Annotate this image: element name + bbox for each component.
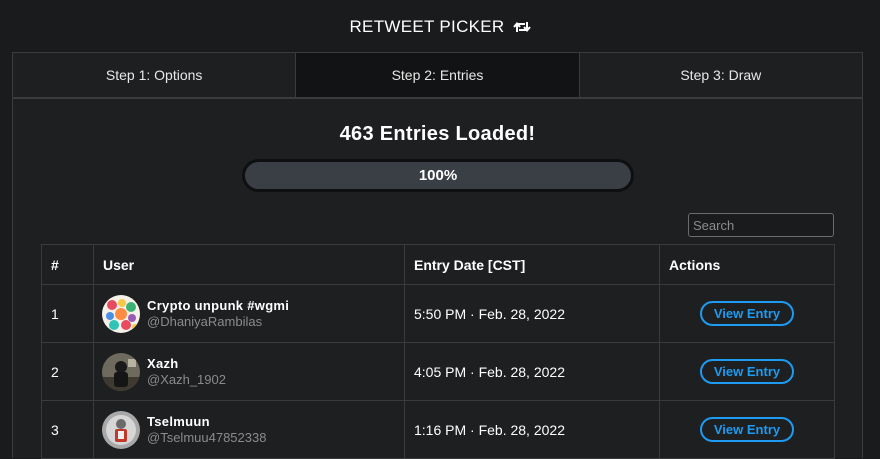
column-header-number: # xyxy=(41,244,94,285)
progress-bar: 100% xyxy=(242,159,634,192)
column-header-actions: Actions xyxy=(659,244,835,285)
entry-date: 4:05 PM · Feb. 28, 2022 xyxy=(404,342,660,401)
actions-cell: View Entry xyxy=(659,400,835,459)
column-header-user: User xyxy=(93,244,405,285)
user-cell: Crypto unpunk #wgmi @DhaniyaRambilas xyxy=(93,284,405,343)
user-cell: Xazh @Xazh_1902 xyxy=(93,342,405,401)
table-header-row: # User Entry Date [CST] Actions xyxy=(41,244,835,285)
user-display-name: Xazh xyxy=(147,356,179,371)
entry-date: 1:16 PM · Feb. 28, 2022 xyxy=(404,400,660,459)
tab-step-2-entries[interactable]: Step 2: Entries xyxy=(296,53,580,97)
view-entry-button[interactable]: View Entry xyxy=(699,359,795,384)
search-input[interactable] xyxy=(688,213,834,237)
row-number: 3 xyxy=(41,400,94,459)
user-handle[interactable]: @Xazh_1902 xyxy=(147,372,226,387)
row-number: 1 xyxy=(41,284,94,343)
view-entry-button[interactable]: View Entry xyxy=(699,417,795,442)
user-display-name: Crypto unpunk #wgmi xyxy=(147,298,290,313)
column-header-entry-date: Entry Date [CST] xyxy=(404,244,660,285)
avatar[interactable] xyxy=(102,410,140,449)
entry-date: 5:50 PM · Feb. 28, 2022 xyxy=(404,284,660,343)
step-tabs: Step 1: Options Step 2: Entries Step 3: … xyxy=(12,52,863,98)
app-title: RETWEET PICKER xyxy=(349,16,505,36)
retweet-icon xyxy=(512,21,531,32)
table-row: 2 Xazh @Xazh_1902 4:05 PM · Feb. 28, 202… xyxy=(41,342,835,401)
actions-cell: View Entry xyxy=(659,342,835,401)
view-entry-button[interactable]: View Entry xyxy=(699,301,795,326)
actions-cell: View Entry xyxy=(659,284,835,343)
tab-step-1-options[interactable]: Step 1: Options xyxy=(13,53,297,97)
app-header: RETWEET PICKER xyxy=(0,0,880,53)
table-row: 3 Tselmuun @Tselmuu47852338 1:16 PM · Fe… xyxy=(41,400,835,459)
entries-table: # User Entry Date [CST] Actions 1 Crypto… xyxy=(41,244,835,459)
progress-label: 100% xyxy=(418,167,458,184)
user-display-name: Tselmuun xyxy=(147,414,210,429)
table-row: 1 Crypto unpunk #wgmi @DhaniyaRambilas 5… xyxy=(41,284,835,343)
tab-step-3-draw[interactable]: Step 3: Draw xyxy=(580,53,862,97)
user-cell: Tselmuun @Tselmuu47852338 xyxy=(93,400,405,459)
user-handle[interactable]: @DhaniyaRambilas xyxy=(147,314,289,329)
progress-fill: 100% xyxy=(245,162,631,189)
avatar[interactable] xyxy=(102,352,140,391)
avatar[interactable] xyxy=(102,294,140,333)
row-number: 2 xyxy=(41,342,94,401)
entries-panel: 463 Entries Loaded! 100% # User Entry Da… xyxy=(12,98,863,459)
user-handle[interactable]: @Tselmuu47852338 xyxy=(147,430,266,445)
entries-loaded-message: 463 Entries Loaded! xyxy=(339,123,536,145)
